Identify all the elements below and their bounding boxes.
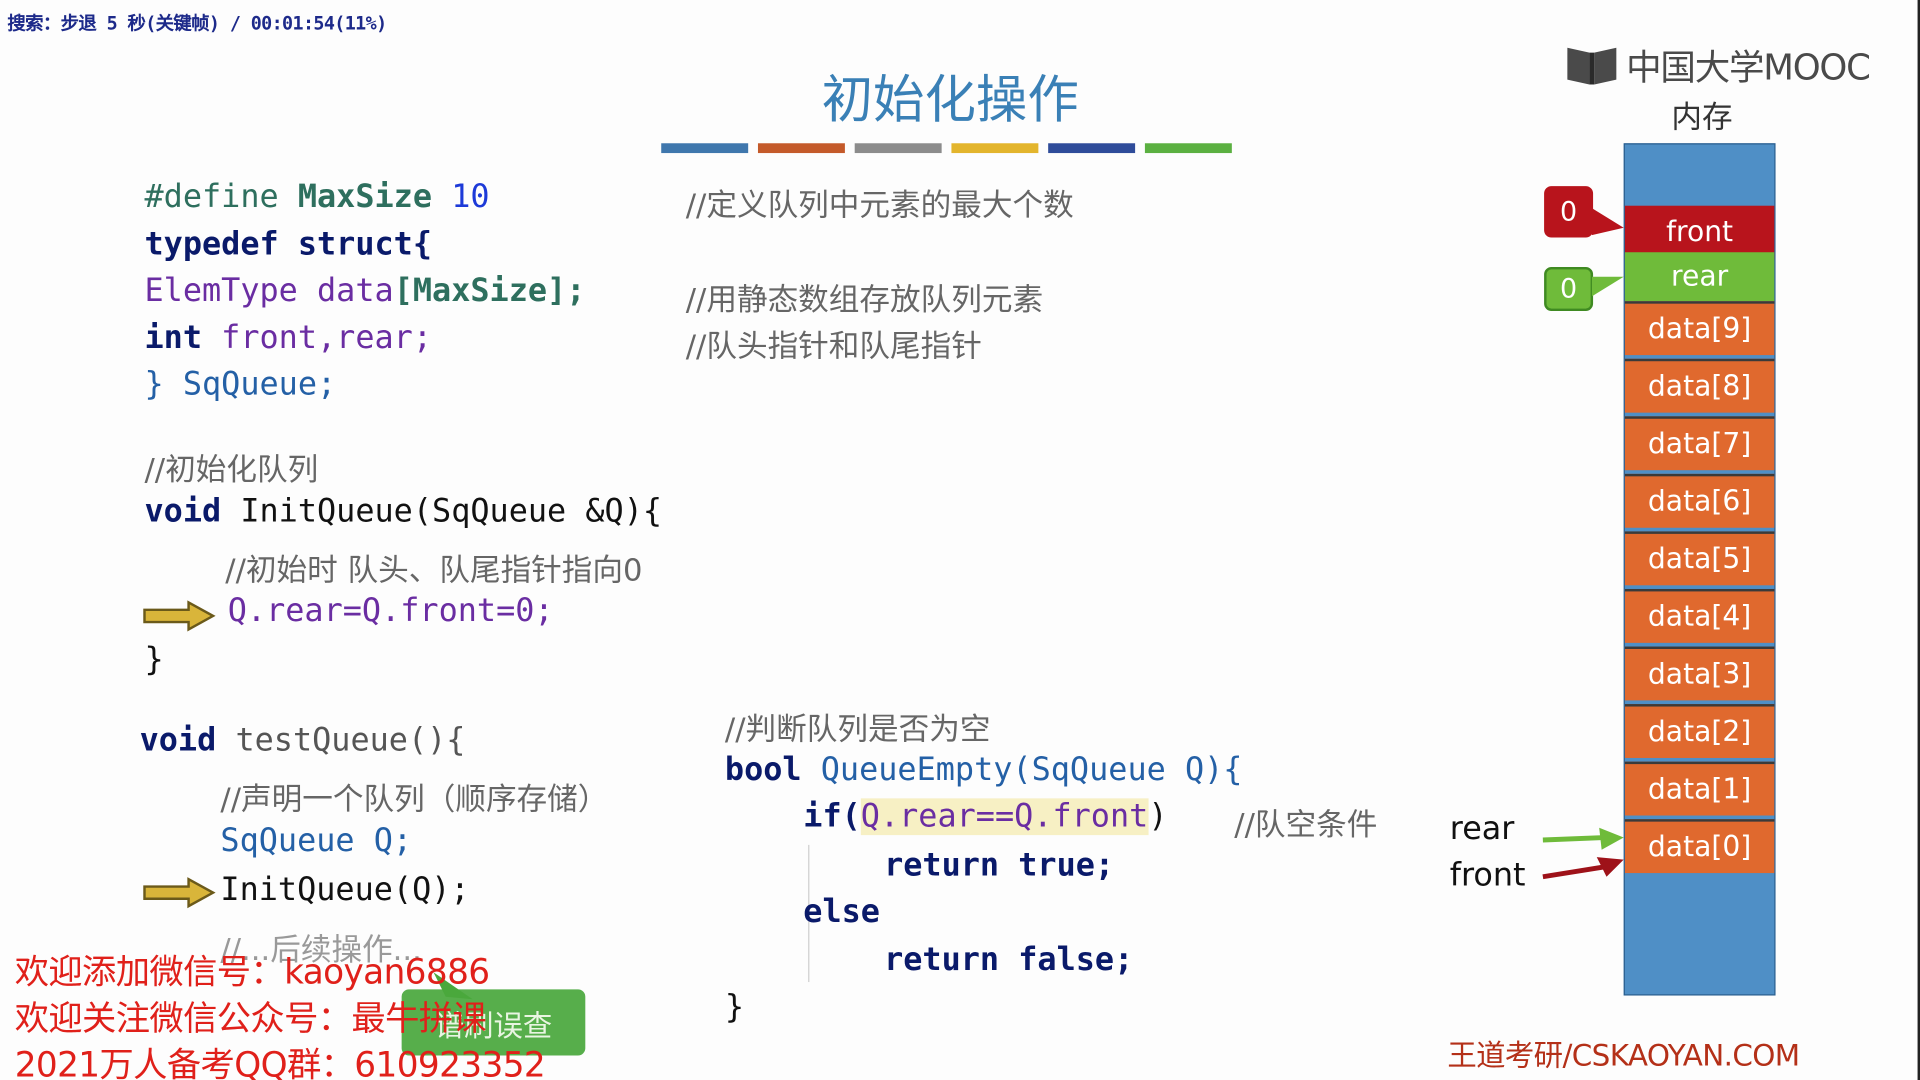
code-comment: //判断队列是否为空 — [724, 711, 991, 747]
slide-title: 初始化操作 — [821, 69, 1079, 130]
code-comment: //初始时 队头、队尾指针指向0 — [225, 552, 643, 588]
code-comment: //定义队列中元素的最大个数 — [685, 187, 1074, 223]
code-token: MaxSize — [297, 178, 433, 216]
code-token: ) — [1148, 798, 1168, 836]
slide-footer: 王道考研/CSKAOYAN.COM — [1447, 1038, 1800, 1073]
color-bar — [1144, 143, 1232, 154]
color-bar — [854, 143, 942, 154]
code-token: data — [317, 273, 394, 310]
code-token: bool — [724, 751, 802, 789]
video-frame: 搜索：步退 5 秒(关键帧) / 00:01:54(11%) 初始化操作 中国大… — [0, 0, 1920, 1080]
code-token: testQueue(){ — [235, 722, 466, 760]
code-return-true: return true; — [884, 847, 1114, 884]
front-pointer-label: front — [1449, 857, 1526, 894]
memory-cell-data: data[9] — [1624, 301, 1775, 356]
code-token: return — [884, 941, 1000, 979]
code-init-stmt: Q.rear=Q.front=0; — [227, 592, 554, 630]
code-struct-end-line: } SqQueue; — [144, 366, 337, 403]
current-line-arrow-icon — [143, 877, 216, 909]
code-int-line: int front,rear; — [144, 320, 432, 357]
code-comment: //声明一个队列（顺序存储） — [220, 781, 609, 817]
memory-cell-rear: rear — [1624, 252, 1775, 302]
code-init-sig: void InitQueue(SqQueue &Q){ — [144, 493, 662, 530]
code-comment: //队头指针和队尾指针 — [685, 328, 982, 364]
code-token: InitQueue(SqQueue &Q){ — [240, 493, 663, 531]
memory-cell-data: data[4] — [1624, 588, 1775, 643]
code-token: ElemType — [144, 273, 298, 310]
color-bar — [757, 143, 845, 154]
memory-cell-data: data[2] — [1624, 704, 1775, 758]
current-line-arrow-icon — [143, 600, 216, 632]
code-token: 10 — [451, 178, 490, 216]
code-token: if( — [803, 798, 861, 836]
code-else: else — [803, 893, 880, 931]
code-token: Q.rear==Q.front — [860, 798, 1149, 836]
code-comment: //初始化队列 — [144, 451, 319, 488]
code-define-line: #define MaxSize 10 — [144, 179, 489, 216]
memory-cell-data: data[0] — [1624, 819, 1775, 874]
code-token: [MaxSize]; — [393, 273, 586, 310]
memory-cell-data: data[8] — [1624, 358, 1775, 413]
color-bar — [1048, 143, 1136, 154]
promo-line: 欢迎关注微信公众号：最牛拼课 — [14, 997, 487, 1039]
front-arrow-icon — [1542, 857, 1624, 880]
rear-pointer-label: rear — [1449, 810, 1515, 848]
color-bar — [951, 143, 1039, 154]
badge-pointer-icon — [1591, 208, 1624, 236]
code-empty-sig: bool QueueEmpty(SqQueue Q){ — [725, 752, 1243, 789]
code-token: void — [139, 722, 217, 760]
code-token: true; — [1018, 847, 1115, 885]
code-token: front,rear; — [221, 319, 433, 357]
memory-title: 内存 — [1671, 99, 1733, 135]
code-test-sig: void testQueue(){ — [140, 722, 466, 759]
code-typedef-line: typedef struct{ — [144, 226, 433, 264]
code-return-false: return false; — [884, 942, 1133, 979]
code-token: return — [884, 847, 1000, 885]
memory-cell-data: data[5] — [1624, 531, 1775, 586]
code-comment: //队空条件 — [1234, 806, 1378, 843]
code-close-brace: } — [144, 641, 164, 679]
player-search-status: 搜索：步退 5 秒(关键帧) / 00:01:54(11%) — [7, 12, 387, 35]
code-token: void — [144, 493, 222, 531]
title-color-strip — [661, 143, 1232, 154]
code-token: false; — [1018, 941, 1134, 979]
code-token: #define — [144, 178, 279, 216]
memory-block: front rear data[9] data[8] data[7] data[… — [1623, 143, 1776, 996]
code-empty-if: if(Q.rear==Q.front) — [803, 798, 1168, 836]
logo-text: 中国大学MOOC — [1626, 46, 1871, 89]
code-test-call: InitQueue(Q); — [220, 871, 470, 909]
badge-pointer-icon — [1591, 276, 1624, 297]
code-test-decl: SqQueue Q; — [220, 822, 413, 860]
mooc-logo: 中国大学MOOC — [1565, 39, 1871, 90]
memory-cell-data: data[6] — [1624, 473, 1775, 528]
memory-cell-data: data[3] — [1624, 646, 1775, 701]
memory-cell-data: data[1] — [1624, 761, 1775, 816]
code-elem-line: ElemType data[MaxSize]; — [144, 273, 585, 310]
color-bar — [661, 143, 749, 154]
code-token: int — [144, 319, 203, 357]
rear-value-badge: 0 — [1544, 266, 1594, 312]
front-value-badge: 0 — [1544, 186, 1594, 238]
code-close-brace: } — [724, 989, 745, 1027]
promo-line: 欢迎添加微信号：kaoyan6886 — [14, 951, 490, 992]
memory-cell-data: data[7] — [1624, 416, 1775, 471]
code-token: QueueEmpty(SqQueue Q){ — [820, 751, 1243, 789]
promo-line: 2021万人备考QQ群：610923352 — [14, 1044, 546, 1080]
code-comment: //用静态数组存放队列元素 — [685, 281, 1044, 318]
rear-arrow-icon — [1542, 827, 1624, 850]
open-book-icon — [1567, 47, 1617, 85]
